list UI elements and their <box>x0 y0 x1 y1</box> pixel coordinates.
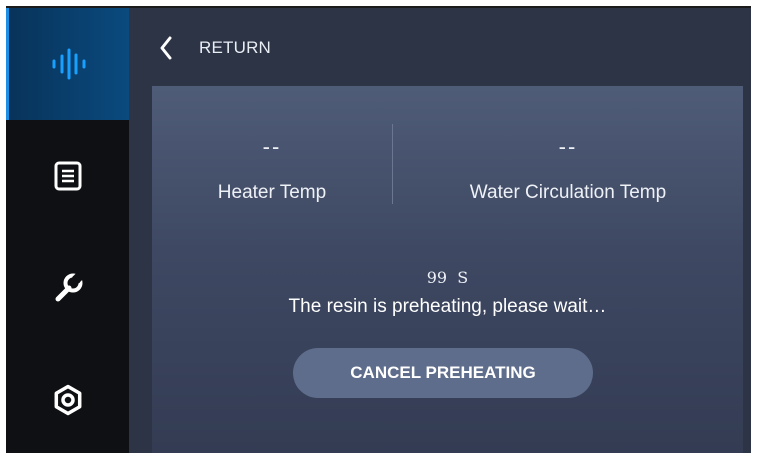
sidebar-item-print[interactable] <box>6 8 129 120</box>
chevron-left-icon <box>160 36 172 60</box>
wrench-icon <box>55 272 83 302</box>
sidebar-item-tools[interactable] <box>6 232 129 344</box>
return-label: RETURN <box>199 38 272 57</box>
sidebar <box>6 8 129 453</box>
list-document-icon <box>54 161 81 191</box>
sidebar-item-files[interactable] <box>6 120 129 232</box>
waveform-icon <box>52 48 86 80</box>
water-temp-block: -- Water Circulation Temp <box>393 86 743 236</box>
heater-temp-value: -- <box>262 134 282 159</box>
preheat-panel: -- Heater Temp -- Water Circulation Temp… <box>152 86 743 453</box>
water-temp-label: Water Circulation Temp <box>469 182 667 203</box>
preheat-message: The resin is preheating, please wait… <box>288 296 607 317</box>
gear-icon <box>54 384 81 416</box>
main-content: RETURN -- Heater Temp -- Water Circulati… <box>129 8 751 453</box>
cancel-preheating-button[interactable]: CANCEL PREHEATING <box>293 348 593 398</box>
water-temp-value: -- <box>558 134 578 159</box>
device-screen: RETURN -- Heater Temp -- Water Circulati… <box>6 6 751 453</box>
heater-temp-label: Heater Temp <box>217 182 327 203</box>
countdown-text: 99 S <box>426 268 469 287</box>
sidebar-item-settings[interactable] <box>6 344 129 453</box>
return-button[interactable]: RETURN <box>159 30 271 66</box>
heater-temp-block: -- Heater Temp <box>152 86 392 236</box>
